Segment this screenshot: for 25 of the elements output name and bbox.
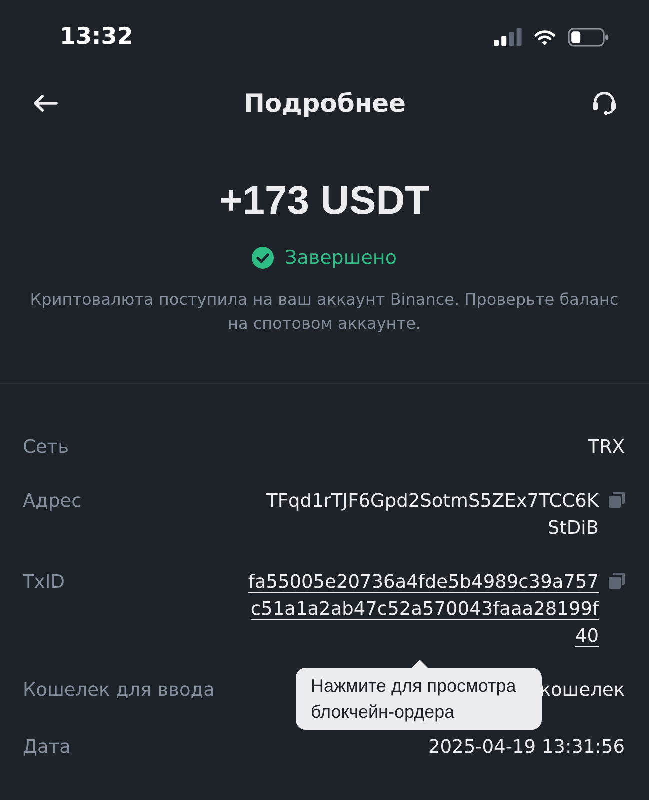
check-circle-icon	[252, 247, 274, 269]
battery-icon	[568, 28, 609, 46]
tooltip: Нажмите для просмотра блокчейн-ордера	[296, 668, 542, 730]
status-time: 13:32	[60, 24, 134, 50]
signal-icon	[494, 28, 522, 46]
copy-icon[interactable]	[609, 492, 625, 508]
detail-value: TFqd1rTJF6Gpd2SotmS5ZEx7TCC6KStDiB	[266, 490, 599, 541]
page-title: Подробнее	[244, 88, 406, 118]
detail-label: Адрес	[23, 490, 82, 514]
arrow-left-icon	[34, 94, 58, 112]
detail-label: Кошелек для ввода	[23, 679, 215, 703]
detail-label: Сеть	[23, 436, 69, 460]
status-label: Завершено	[285, 247, 397, 269]
detail-value: кошелек	[540, 679, 625, 703]
detail-label: TxID	[23, 571, 65, 595]
txid-link[interactable]: fa55005e20736a4fde5b4989c39a757c51a1a2ab47c52a570043faaa28199f40	[244, 569, 599, 650]
detail-value: TRX	[588, 436, 625, 460]
detail-value: 2025-04-19 13:31:56	[428, 736, 625, 760]
amount-text: +173 USDT	[218, 178, 431, 225]
wifi-icon	[534, 28, 556, 46]
detail-label: Дата	[23, 736, 71, 760]
tooltip-pointer-icon	[412, 660, 428, 668]
copy-icon[interactable]	[609, 573, 625, 589]
headset-icon	[592, 91, 617, 115]
status-message: Криптовалюта поступила на ваш аккаунт Binance. Проверьте баланс на спотовом аккаунте.	[29, 289, 620, 335]
